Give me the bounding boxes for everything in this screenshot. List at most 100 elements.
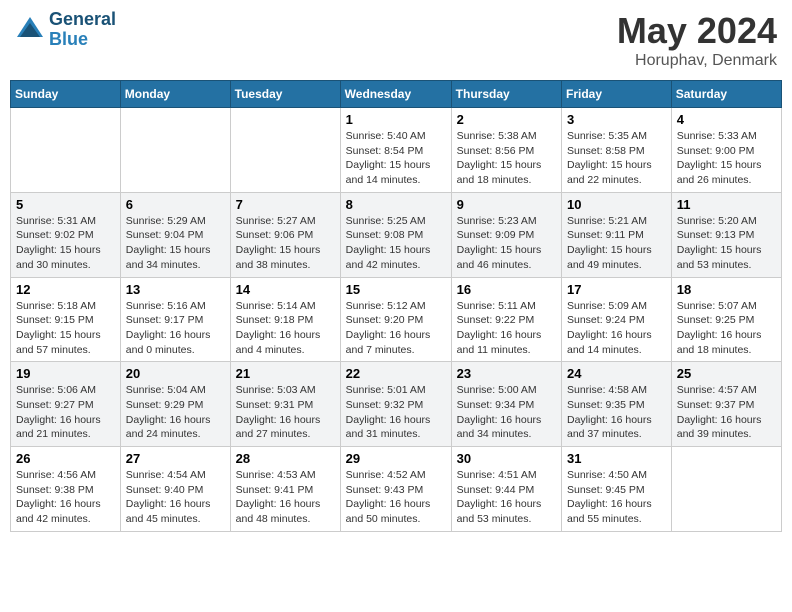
calendar-day-cell: 30 Sunrise: 4:51 AMSunset: 9:44 PMDayligh… <box>451 447 561 532</box>
calendar-day-cell: 4 Sunrise: 5:33 AMSunset: 9:00 PMDaylight… <box>671 108 781 193</box>
day-number: 13 <box>126 282 225 297</box>
calendar-day-cell <box>120 108 230 193</box>
calendar-day-cell: 21 Sunrise: 5:03 AMSunset: 9:31 PMDayligh… <box>230 362 340 447</box>
calendar-day-cell: 22 Sunrise: 5:01 AMSunset: 9:32 PMDayligh… <box>340 362 451 447</box>
day-info: Sunrise: 5:20 AMSunset: 9:13 PMDaylight:… <box>677 214 776 273</box>
day-info: Sunrise: 5:23 AMSunset: 9:09 PMDaylight:… <box>457 214 556 273</box>
calendar-day-cell: 2 Sunrise: 5:38 AMSunset: 8:56 PMDaylight… <box>451 108 561 193</box>
day-number: 26 <box>16 451 115 466</box>
day-info: Sunrise: 4:58 AMSunset: 9:35 PMDaylight:… <box>567 383 666 442</box>
day-info: Sunrise: 5:21 AMSunset: 9:11 PMDaylight:… <box>567 214 666 273</box>
day-info: Sunrise: 5:40 AMSunset: 8:54 PMDaylight:… <box>346 129 446 188</box>
day-number: 5 <box>16 197 115 212</box>
day-number: 8 <box>346 197 446 212</box>
weekday-header: Monday <box>120 81 230 108</box>
day-number: 30 <box>457 451 556 466</box>
calendar-day-cell: 20Sunrise: 5:04 AMSunset: 9:29 PMDayligh… <box>120 362 230 447</box>
day-info: Sunrise: 5:01 AMSunset: 9:32 PMDaylight:… <box>346 383 446 442</box>
day-number: 25 <box>677 366 776 381</box>
logo-line1: General <box>49 10 116 30</box>
weekday-header: Saturday <box>671 81 781 108</box>
calendar-day-cell: 17 Sunrise: 5:09 AMSunset: 9:24 PMDayligh… <box>562 277 672 362</box>
day-info: Sunrise: 5:33 AMSunset: 9:00 PMDaylight:… <box>677 129 776 188</box>
day-number: 16 <box>457 282 556 297</box>
day-info: Sunrise: 4:51 AMSunset: 9:44 PMDaylight:… <box>457 468 556 527</box>
day-number: 6 <box>126 197 225 212</box>
day-info: Sunrise: 5:31 AMSunset: 9:02 PMDaylight:… <box>16 214 115 273</box>
day-number: 22 <box>346 366 446 381</box>
day-number: 27 <box>126 451 225 466</box>
day-number: 9 <box>457 197 556 212</box>
day-info: Sunrise: 5:06 AMSunset: 9:27 PMDaylight:… <box>16 383 115 442</box>
calendar-day-cell <box>230 108 340 193</box>
day-info: Sunrise: 5:29 AMSunset: 9:04 PMDaylight:… <box>126 214 225 273</box>
calendar-week-row: 12 Sunrise: 5:18 AMSunset: 9:15 PMDayligh… <box>11 277 782 362</box>
calendar-day-cell: 6 Sunrise: 5:29 AMSunset: 9:04 PMDaylight… <box>120 192 230 277</box>
calendar-day-cell: 28Sunrise: 4:53 AMSunset: 9:41 PMDayligh… <box>230 447 340 532</box>
day-number: 18 <box>677 282 776 297</box>
calendar-table: SundayMondayTuesdayWednesdayThursdayFrid… <box>10 80 782 532</box>
day-info: Sunrise: 5:00 AMSunset: 9:34 PMDaylight:… <box>457 383 556 442</box>
day-number: 3 <box>567 112 666 127</box>
weekday-header: Tuesday <box>230 81 340 108</box>
day-number: 24 <box>567 366 666 381</box>
logo-text: General Blue <box>49 10 116 50</box>
day-number: 17 <box>567 282 666 297</box>
day-info: Sunrise: 5:09 AMSunset: 9:24 PMDaylight:… <box>567 299 666 358</box>
day-info: Sunrise: 5:18 AMSunset: 9:15 PMDaylight:… <box>16 299 115 358</box>
calendar-day-cell: 25Sunrise: 4:57 AMSunset: 9:37 PMDayligh… <box>671 362 781 447</box>
day-info: Sunrise: 5:04 AMSunset: 9:29 PMDaylight:… <box>126 383 225 442</box>
calendar-day-cell: 7Sunrise: 5:27 AMSunset: 9:06 PMDaylight… <box>230 192 340 277</box>
day-number: 21 <box>236 366 335 381</box>
day-number: 11 <box>677 197 776 212</box>
calendar-week-row: 1Sunrise: 5:40 AMSunset: 8:54 PMDaylight… <box>11 108 782 193</box>
location-subtitle: Horuphav, Denmark <box>617 52 777 70</box>
day-info: Sunrise: 4:50 AMSunset: 9:45 PMDaylight:… <box>567 468 666 527</box>
day-info: Sunrise: 4:56 AMSunset: 9:38 PMDaylight:… <box>16 468 115 527</box>
calendar-day-cell <box>671 447 781 532</box>
calendar-day-cell: 1Sunrise: 5:40 AMSunset: 8:54 PMDaylight… <box>340 108 451 193</box>
page-header: General Blue May 2024 Horuphav, Denmark <box>10 10 782 70</box>
calendar-week-row: 26 Sunrise: 4:56 AMSunset: 9:38 PMDayligh… <box>11 447 782 532</box>
calendar-day-cell: 14Sunrise: 5:14 AMSunset: 9:18 PMDayligh… <box>230 277 340 362</box>
day-info: Sunrise: 5:14 AMSunset: 9:18 PMDaylight:… <box>236 299 335 358</box>
calendar-day-cell: 29 Sunrise: 4:52 AMSunset: 9:43 PMDayligh… <box>340 447 451 532</box>
day-number: 29 <box>346 451 446 466</box>
day-info: Sunrise: 5:03 AMSunset: 9:31 PMDaylight:… <box>236 383 335 442</box>
day-info: Sunrise: 5:16 AMSunset: 9:17 PMDaylight:… <box>126 299 225 358</box>
day-number: 4 <box>677 112 776 127</box>
calendar-week-row: 19Sunrise: 5:06 AMSunset: 9:27 PMDayligh… <box>11 362 782 447</box>
day-info: Sunrise: 5:38 AMSunset: 8:56 PMDaylight:… <box>457 129 556 188</box>
day-info: Sunrise: 4:54 AMSunset: 9:40 PMDaylight:… <box>126 468 225 527</box>
weekday-header: Friday <box>562 81 672 108</box>
calendar-day-cell: 26 Sunrise: 4:56 AMSunset: 9:38 PMDayligh… <box>11 447 121 532</box>
logo-line2: Blue <box>49 30 116 50</box>
day-info: Sunrise: 5:35 AMSunset: 8:58 PMDaylight:… <box>567 129 666 188</box>
calendar-day-cell: 12 Sunrise: 5:18 AMSunset: 9:15 PMDayligh… <box>11 277 121 362</box>
calendar-day-cell: 13 Sunrise: 5:16 AMSunset: 9:17 PMDayligh… <box>120 277 230 362</box>
calendar-day-cell: 11 Sunrise: 5:20 AMSunset: 9:13 PMDayligh… <box>671 192 781 277</box>
calendar-day-cell: 18Sunrise: 5:07 AMSunset: 9:25 PMDayligh… <box>671 277 781 362</box>
calendar-day-cell <box>11 108 121 193</box>
calendar-day-cell: 19Sunrise: 5:06 AMSunset: 9:27 PMDayligh… <box>11 362 121 447</box>
day-number: 28 <box>236 451 335 466</box>
day-number: 7 <box>236 197 335 212</box>
calendar-day-cell: 15Sunrise: 5:12 AMSunset: 9:20 PMDayligh… <box>340 277 451 362</box>
weekday-header: Thursday <box>451 81 561 108</box>
calendar-day-cell: 9 Sunrise: 5:23 AMSunset: 9:09 PMDaylight… <box>451 192 561 277</box>
weekday-header: Wednesday <box>340 81 451 108</box>
logo-icon <box>15 15 45 45</box>
day-info: Sunrise: 5:12 AMSunset: 9:20 PMDaylight:… <box>346 299 446 358</box>
calendar-day-cell: 5 Sunrise: 5:31 AMSunset: 9:02 PMDaylight… <box>11 192 121 277</box>
calendar-day-cell: 8Sunrise: 5:25 AMSunset: 9:08 PMDaylight… <box>340 192 451 277</box>
month-title: May 2024 <box>617 10 777 52</box>
calendar-day-cell: 23Sunrise: 5:00 AMSunset: 9:34 PMDayligh… <box>451 362 561 447</box>
weekday-header-row: SundayMondayTuesdayWednesdayThursdayFrid… <box>11 81 782 108</box>
day-number: 10 <box>567 197 666 212</box>
day-info: Sunrise: 4:52 AMSunset: 9:43 PMDaylight:… <box>346 468 446 527</box>
weekday-header: Sunday <box>11 81 121 108</box>
day-number: 12 <box>16 282 115 297</box>
calendar-day-cell: 10 Sunrise: 5:21 AMSunset: 9:11 PMDayligh… <box>562 192 672 277</box>
day-number: 2 <box>457 112 556 127</box>
calendar-day-cell: 27 Sunrise: 4:54 AMSunset: 9:40 PMDayligh… <box>120 447 230 532</box>
